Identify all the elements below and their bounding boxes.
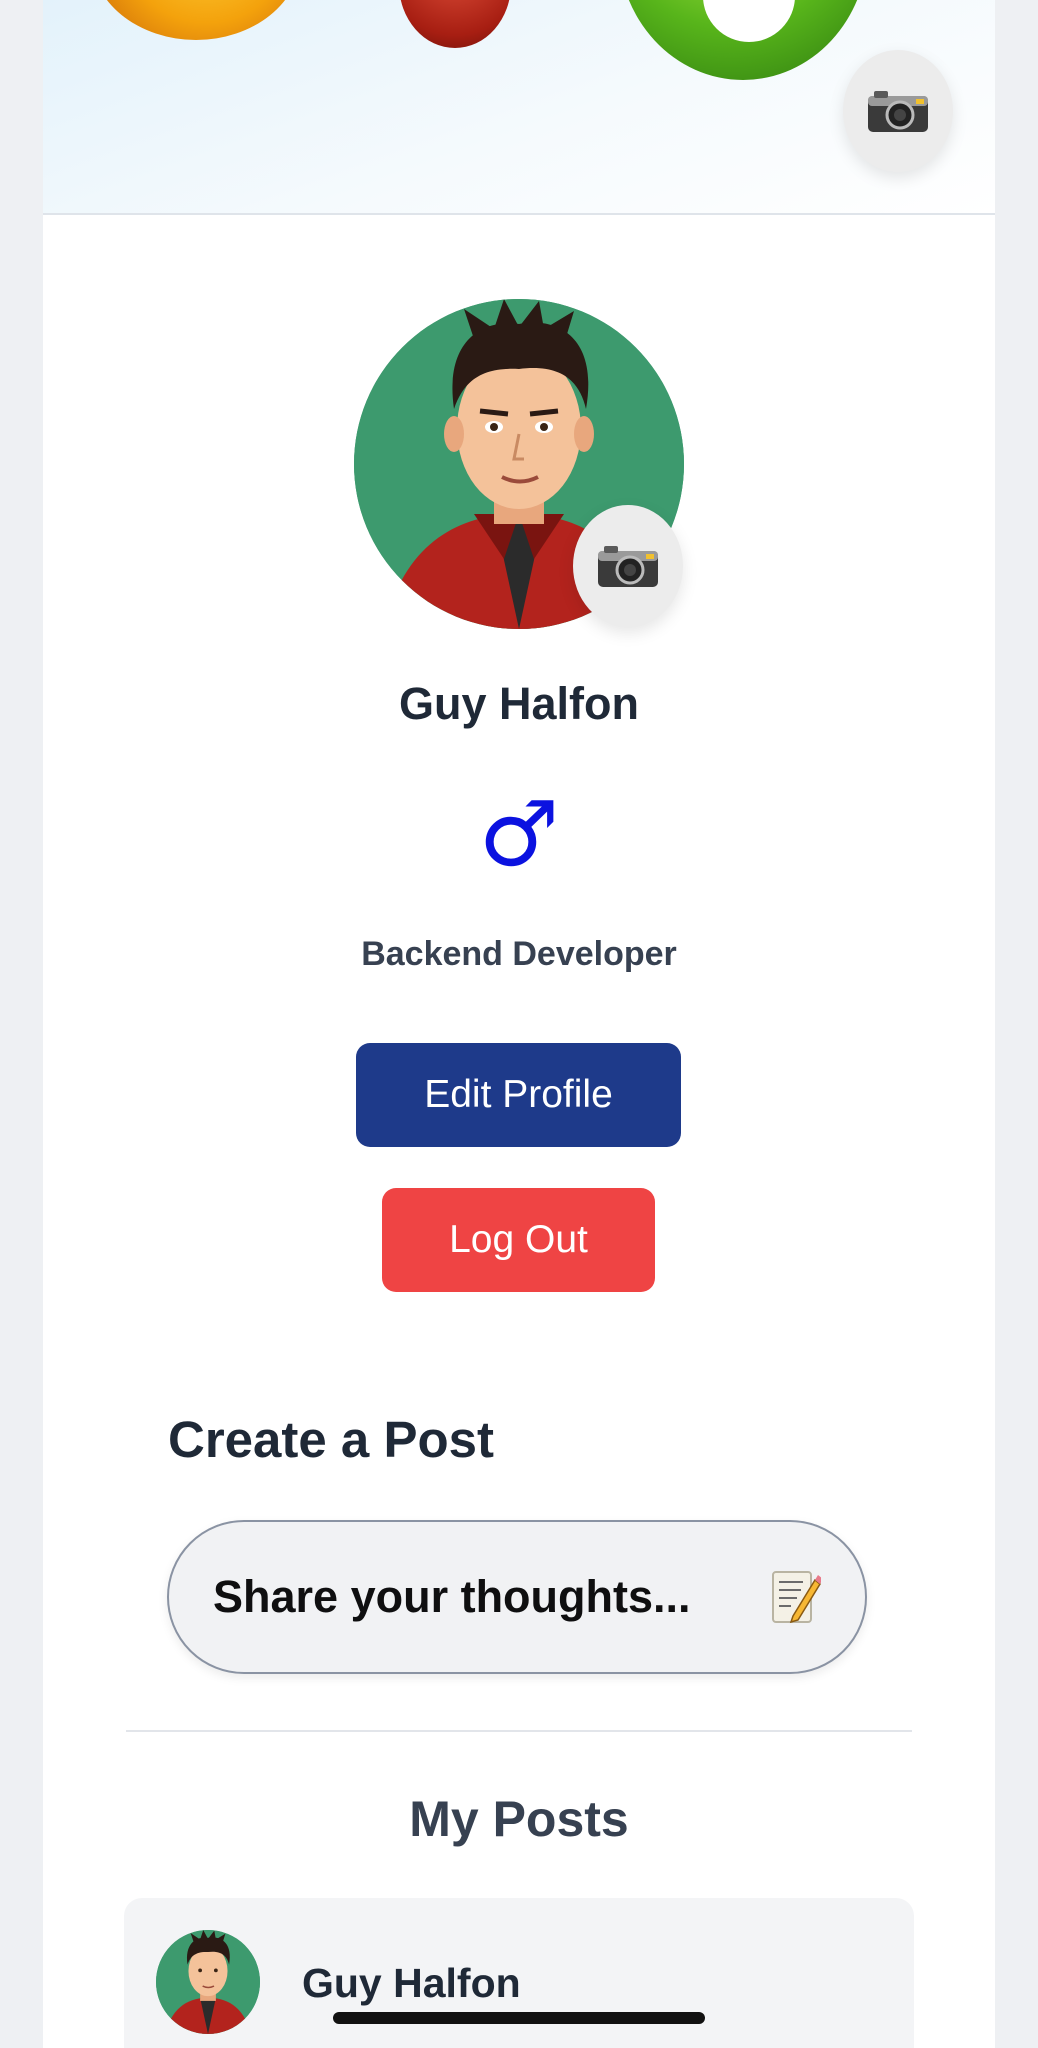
edit-profile-button[interactable]: Edit Profile xyxy=(356,1043,681,1147)
section-divider xyxy=(126,1730,912,1732)
cover-ball-green xyxy=(618,0,868,80)
avatar-image xyxy=(156,1930,260,2034)
cover-ball-red xyxy=(399,0,511,48)
memo-pencil-icon xyxy=(772,1571,821,1624)
camera-icon xyxy=(868,91,928,132)
home-indicator xyxy=(333,2012,705,2024)
profile-page: Guy Halfon ♂ Backend Developer Edit Prof… xyxy=(43,0,995,2048)
profile-job-title: Backend Developer xyxy=(361,935,677,973)
camera-icon xyxy=(598,546,658,587)
post-author-name[interactable]: Guy Halfon xyxy=(302,1960,521,2007)
create-post-input[interactable]: Share your thoughts... xyxy=(167,1520,867,1674)
change-cover-button[interactable] xyxy=(843,50,953,172)
post-card[interactable]: Guy Halfon xyxy=(124,1898,914,2048)
create-post-heading: Create a Post xyxy=(168,1411,494,1468)
post-author-avatar[interactable] xyxy=(156,1930,260,2034)
logout-button[interactable]: Log Out xyxy=(382,1188,655,1292)
change-avatar-button[interactable] xyxy=(573,505,683,627)
gender-male-icon: ♂ xyxy=(478,782,560,887)
my-posts-heading: My Posts xyxy=(409,1791,629,1847)
cover-ball-yellow xyxy=(91,0,301,40)
create-post-placeholder: Share your thoughts... xyxy=(213,1571,691,1622)
profile-name: Guy Halfon xyxy=(398,678,639,729)
